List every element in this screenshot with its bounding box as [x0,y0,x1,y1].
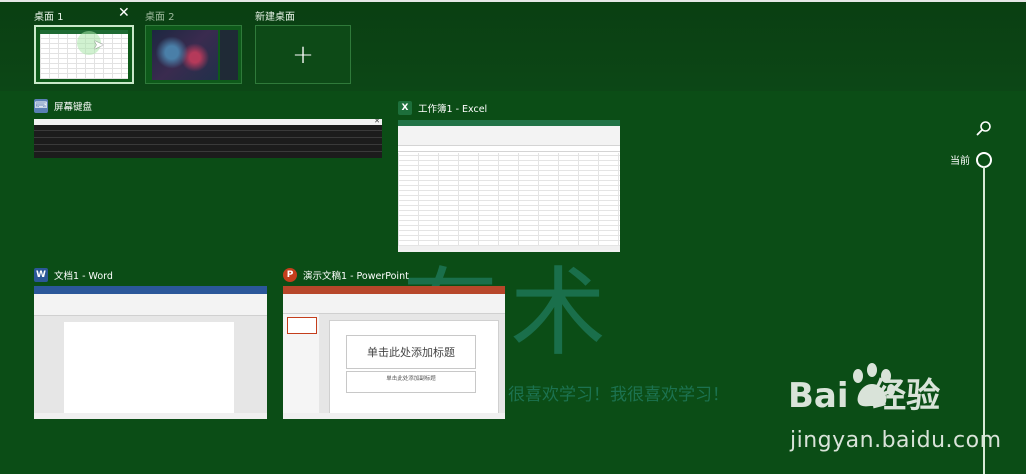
window-title-text: 文档1 - Word [54,271,113,282]
desktop-2-thumbnail[interactable] [145,25,242,84]
desktop-1-thumbnail[interactable]: ➤ [34,25,134,84]
desktop-2-side-panel [220,30,238,80]
timeline-rail[interactable] [983,166,985,474]
powerpoint-titlebar [283,286,505,294]
window-title-text: 屏幕键盘 [54,102,93,113]
slide-subtitle-placeholder: 单击此处添加副标题 [346,371,476,393]
new-desktop-button[interactable]: + [255,25,351,84]
keyboard-icon: ⌨ [34,99,48,113]
window-title-text: 演示文稿1 - PowerPoint [303,271,409,282]
search-icon[interactable] [976,120,992,136]
window-title-keyboard[interactable]: ⌨ 屏幕键盘 [34,99,92,113]
excel-ribbon [398,126,620,146]
window-thumbnail-powerpoint[interactable]: 单击此处添加标题 单击此处添加副标题 [283,286,505,419]
excel-cell-grid [398,153,620,246]
word-titlebar [34,286,267,294]
new-desktop-label: 新建桌面 [255,12,295,23]
word-ribbon [34,294,267,316]
excel-formula-bar [398,147,620,152]
keyboard-keys [34,125,382,158]
excel-status-bar [398,246,620,252]
plus-icon: + [292,39,314,70]
slide-title-placeholder: 单击此处添加标题 [346,335,476,369]
virtual-desktop-bar: 桌面 1 ✕ ➤ 桌面 2 新建桌面 + [0,0,1026,91]
word-page [64,322,234,413]
window-title-text: 工作簿1 - Excel [418,104,488,115]
timeline-current-label: 当前 [950,156,970,167]
window-thumbnail-excel[interactable] [398,120,620,252]
window-title-word[interactable]: W 文档1 - Word [34,268,113,282]
window-thumbnail-word[interactable] [34,286,267,419]
desktop-2-label: 桌面 2 [145,12,175,23]
mouse-pointer-icon: ➤ [93,38,104,53]
word-icon: W [34,268,48,282]
watermark-url: jingyan.baidu.com [790,428,1002,453]
powerpoint-status-bar [283,413,505,419]
word-canvas [34,316,267,413]
excel-icon: X [398,101,412,115]
baidu-logo: Bai 经验 [788,376,941,416]
slide-thumbnail [287,317,317,334]
window-title-excel[interactable]: X 工作簿1 - Excel [398,101,487,115]
close-icon[interactable]: ✕ [118,6,130,20]
window-title-powerpoint[interactable]: P 演示文稿1 - PowerPoint [283,268,409,282]
slide: 单击此处添加标题 单击此处添加副标题 [329,320,499,416]
powerpoint-icon: P [283,268,297,282]
desktop-1-label: 桌面 1 [34,12,64,23]
window-thumbnail-keyboard[interactable]: ✕ [34,119,382,158]
powerpoint-ribbon [283,294,505,314]
desktop-2-game-preview [152,30,218,80]
watermark-subtext: 很喜欢学习！我很喜欢学习！ [508,385,729,405]
powerpoint-canvas: 单击此处添加标题 单击此处添加副标题 [283,314,505,416]
word-status-bar [34,413,267,419]
slide-thumbnail-pane [283,314,319,413]
